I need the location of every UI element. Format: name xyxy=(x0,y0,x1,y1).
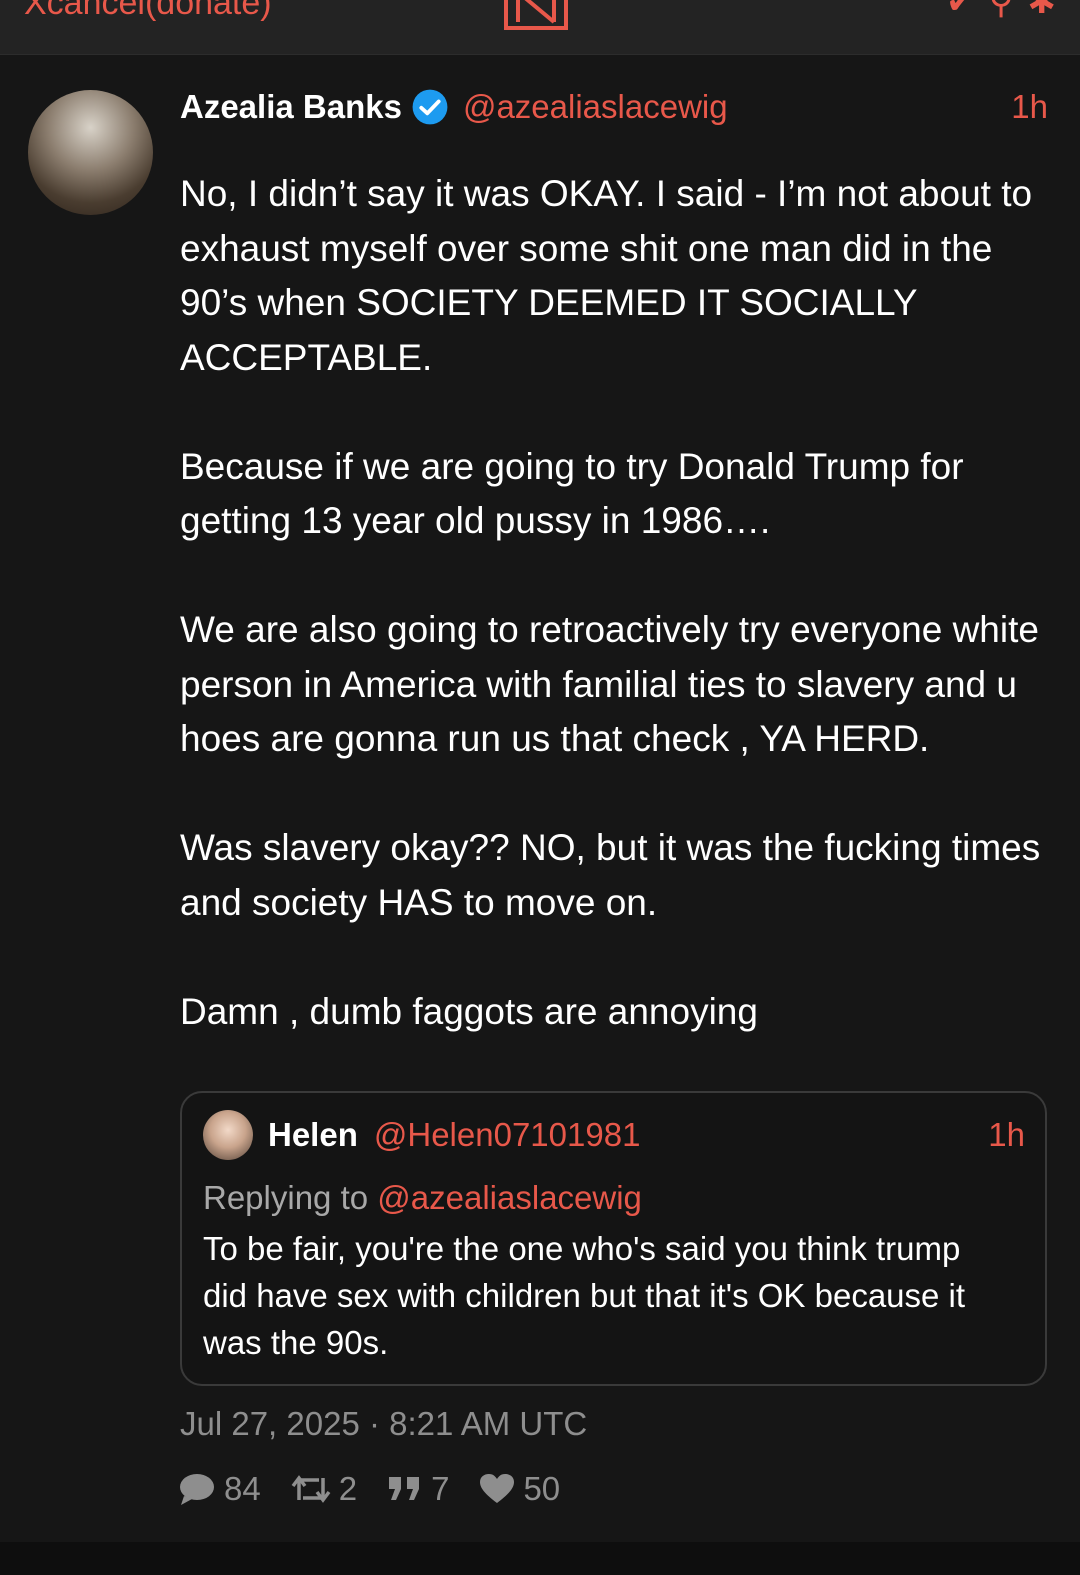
replying-to: Replying to @azealiaslacewig xyxy=(203,1179,642,1217)
quote-handle[interactable]: @Helen07101981 xyxy=(374,1116,641,1154)
like-stat[interactable]: 50 xyxy=(479,1470,560,1508)
tweet-text: No, I didn’t say it was OKAY. I said - I… xyxy=(180,173,1041,1032)
quote-avatar[interactable] xyxy=(203,1110,253,1160)
footer-bar xyxy=(0,1542,1080,1575)
quote-time[interactable]: 1h xyxy=(988,1116,1025,1154)
tweet-header: Azealia Banks @azealiaslacewig 1h xyxy=(180,85,1048,129)
search-icon[interactable]: ⚲ xyxy=(989,0,1014,22)
settings-icon[interactable]: ✱ xyxy=(1028,0,1057,22)
reply-stat[interactable]: 84 xyxy=(178,1470,261,1508)
tweet-time[interactable]: 1h xyxy=(1011,88,1048,126)
retweet-stat[interactable]: 2 xyxy=(291,1470,357,1508)
tweet-timestamp[interactable]: Jul 27, 2025 · 8:21 AM UTC xyxy=(180,1405,587,1443)
quote-count: 7 xyxy=(431,1470,450,1507)
instance-link[interactable]: Xcancel(donate) xyxy=(24,0,272,23)
like-count: 50 xyxy=(523,1470,561,1507)
tweet-stats: 84 2 7 50 xyxy=(178,1470,590,1508)
quoted-tweet[interactable]: Helen @Helen07101981 1h Replying to @aze… xyxy=(180,1091,1047,1386)
display-name[interactable]: Azealia Banks xyxy=(180,88,402,126)
verified-icon xyxy=(412,89,448,125)
top-navigation-bar: Xcancel(donate) ✔ ⚲ ✱ xyxy=(0,0,1080,55)
avatar[interactable] xyxy=(28,90,153,215)
quote-icon xyxy=(389,1477,420,1500)
replying-prefix: Replying to xyxy=(203,1179,369,1216)
quote-display-name[interactable]: Helen xyxy=(268,1116,358,1154)
handle[interactable]: @azealiaslacewig xyxy=(463,88,728,126)
quote-header: Helen @Helen07101981 1h xyxy=(268,1110,1025,1160)
replying-to-mention[interactable]: @azealiaslacewig xyxy=(377,1179,642,1216)
rss-icon[interactable]: ✔ xyxy=(946,0,975,22)
reply-count: 84 xyxy=(224,1470,261,1507)
reply-icon xyxy=(180,1474,214,1505)
retweet-count: 2 xyxy=(338,1470,358,1507)
top-icons: ✔ ⚲ ✱ xyxy=(946,0,1056,22)
quote-text: To be fair, you're the one who's said yo… xyxy=(203,1230,966,1361)
tweet: Azealia Banks @azealiaslacewig 1h No, I … xyxy=(0,55,1080,1542)
quote-stat[interactable]: 7 xyxy=(387,1470,449,1508)
retweet-icon xyxy=(291,1475,331,1503)
logo-icon[interactable] xyxy=(500,0,572,37)
heart-icon xyxy=(480,1474,515,1503)
